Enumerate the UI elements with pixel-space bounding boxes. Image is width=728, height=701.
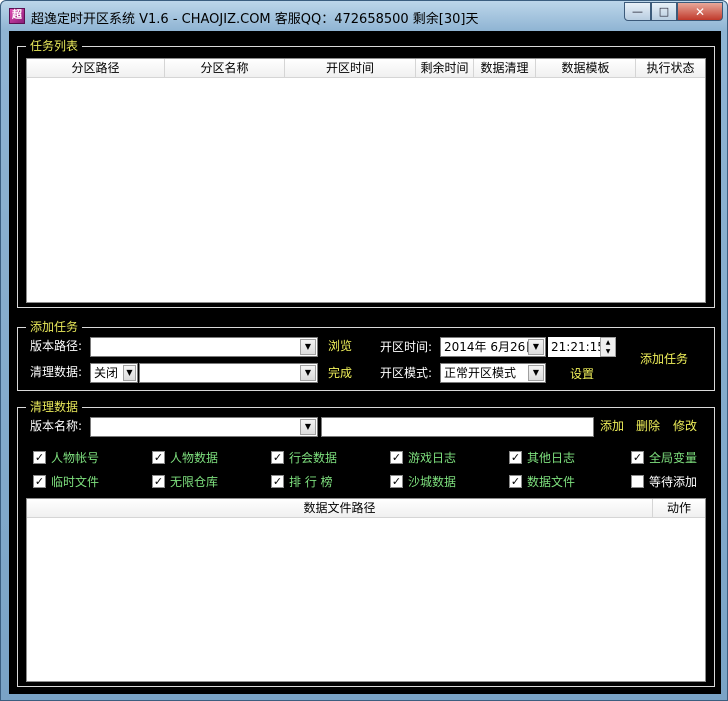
clean-data-template-combo[interactable]: ▼ [139,363,318,383]
checkbox-label: 人物帐号 [51,451,100,465]
open-mode-combo[interactable]: 正常开区模式 ▼ [440,363,546,383]
chevron-down-icon[interactable]: ▼ [300,419,316,435]
modify-link[interactable]: 修改 [673,417,697,435]
main-window: 超 超逸定时开区系统 V1.6 - CHAOJIZ.COM 客服QQ：47265… [0,0,728,701]
client-area: 任务列表 分区路径 分区名称 开区时间 剩余时间 数据清理 数据模板 执行状态 … [9,31,721,694]
chevron-down-icon[interactable]: ▼ [300,365,316,381]
settings-link[interactable]: 设置 [570,365,594,383]
checkbox-label: 数据文件 [527,475,576,489]
add-link[interactable]: 添加 [600,417,624,435]
checkbox-label: 临时文件 [51,475,100,489]
clean-data-group: 清理数据 版本名称: ▼ 添加 删除 修改 ✓ 人物帐号 ✓ 人物数据 ✓ 行会… [17,400,715,687]
version-name-text-field[interactable] [321,417,594,437]
add-task-link[interactable]: 添加任务 [640,350,688,368]
column-header-exec-status[interactable]: 执行状态 [636,59,705,78]
delete-link[interactable]: 删除 [636,417,660,435]
checkmark-icon: ✓ [33,475,46,488]
checkbox-label: 其他日志 [527,451,576,465]
open-date-picker[interactable]: 2014年 6月26日 ▼ [440,337,546,357]
checkbox-pending-add[interactable]: 等待添加 [631,473,697,490]
time-spinner[interactable]: ▲ ▼ [600,337,616,357]
checkbox-label: 游戏日志 [408,451,457,465]
checkbox-castle-data[interactable]: ✓ 沙城数据 [390,473,456,490]
checkmark-icon: ✓ [152,475,165,488]
chevron-down-icon[interactable]: ▼ [601,347,615,356]
open-time-label: 开区时间: [380,340,433,354]
checkbox-game-log[interactable]: ✓ 游戏日志 [390,449,456,466]
checkmark-icon: ✓ [271,451,284,464]
task-list-group: 任务列表 分区路径 分区名称 开区时间 剩余时间 数据清理 数据模板 执行状态 [17,39,715,308]
column-header-partition-name[interactable]: 分区名称 [165,59,285,78]
column-header-file-path[interactable]: 数据文件路径 [27,499,653,518]
add-task-title: 添加任务 [26,320,83,334]
checkbox-temp-files[interactable]: ✓ 临时文件 [33,473,99,490]
checkbox-character-account[interactable]: ✓ 人物帐号 [33,449,99,466]
checkmark-icon: ✓ [390,451,403,464]
clean-data-label: 清理数据: [30,365,83,379]
checkbox-data-files[interactable]: ✓ 数据文件 [509,473,575,490]
checkbox-label: 排 行 榜 [289,475,333,489]
checkbox-unlimited-storage[interactable]: ✓ 无限仓库 [152,473,218,490]
checkmark-icon: ✓ [33,451,46,464]
checkbox-global-variables[interactable]: ✓ 全局变量 [631,449,697,466]
checkmark-icon: ✓ [152,451,165,464]
checkbox-label: 行会数据 [289,451,338,465]
checkbox-box [631,475,644,488]
checkbox-label: 无限仓库 [170,475,219,489]
version-name-label: 版本名称: [30,419,83,433]
open-time-field[interactable]: 21:21:15 [548,337,605,357]
checkmark-icon: ✓ [631,451,644,464]
open-date-value: 2014年 6月26日 [444,340,538,354]
column-header-partition-path[interactable]: 分区路径 [27,59,165,78]
done-link[interactable]: 完成 [328,364,352,382]
checkmark-icon: ✓ [271,475,284,488]
checkbox-leaderboard[interactable]: ✓ 排 行 榜 [271,473,333,490]
chevron-down-icon[interactable]: ▼ [123,365,136,381]
column-header-remaining-time[interactable]: 剩余时间 [416,59,474,78]
data-file-list-header: 数据文件路径 动作 [27,499,705,518]
browse-link[interactable]: 浏览 [328,337,352,355]
checkbox-character-data[interactable]: ✓ 人物数据 [152,449,218,466]
checkbox-guild-data[interactable]: ✓ 行会数据 [271,449,337,466]
checkmark-icon: ✓ [390,475,403,488]
chevron-down-icon[interactable]: ▼ [300,339,316,355]
checkbox-label: 全局变量 [649,451,698,465]
checkmark-icon: ✓ [509,451,522,464]
close-button[interactable]: ✕ [677,2,723,21]
open-mode-value: 正常开区模式 [444,366,517,380]
title-bar[interactable]: 超 超逸定时开区系统 V1.6 - CHAOJIZ.COM 客服QQ：47265… [1,1,727,31]
data-file-list-view[interactable]: 数据文件路径 动作 [26,498,706,682]
app-icon: 超 [9,8,25,24]
chevron-up-icon[interactable]: ▲ [601,338,615,347]
column-header-open-time[interactable]: 开区时间 [285,59,416,78]
clean-data-combo[interactable]: 关闭 ▼ [90,363,138,383]
chevron-down-icon[interactable]: ▼ [528,365,544,381]
checkbox-label: 沙城数据 [408,475,457,489]
task-list-header: 分区路径 分区名称 开区时间 剩余时间 数据清理 数据模板 执行状态 [27,59,705,78]
version-name-combo[interactable]: ▼ [90,417,318,437]
chevron-down-icon[interactable]: ▼ [528,339,544,355]
clean-data-value: 关闭 [94,366,119,380]
checkbox-other-log[interactable]: ✓ 其他日志 [509,449,575,466]
minimize-button[interactable]: — [624,2,651,21]
column-header-data-clean[interactable]: 数据清理 [474,59,536,78]
checkbox-label: 人物数据 [170,451,219,465]
version-path-combo[interactable]: ▼ [90,337,318,357]
task-list-view[interactable]: 分区路径 分区名称 开区时间 剩余时间 数据清理 数据模板 执行状态 [26,58,706,303]
maximize-button[interactable]: □ [651,2,677,21]
checkmark-icon: ✓ [509,475,522,488]
column-header-data-template[interactable]: 数据模板 [536,59,636,78]
checkbox-label: 等待添加 [649,475,698,489]
window-title: 超逸定时开区系统 V1.6 - CHAOJIZ.COM 客服QQ：4726585… [31,12,479,27]
open-mode-label: 开区模式: [380,366,433,380]
open-time-value: 21:21:15 [551,340,605,354]
clean-data-title: 清理数据 [26,400,83,414]
add-task-group: 添加任务 版本路径: ▼ 浏览 开区时间: 2014年 6月26日 ▼ 21:2… [17,320,715,391]
version-path-label: 版本路径: [30,339,83,353]
column-header-action[interactable]: 动作 [653,499,705,518]
task-list-title: 任务列表 [26,39,83,53]
